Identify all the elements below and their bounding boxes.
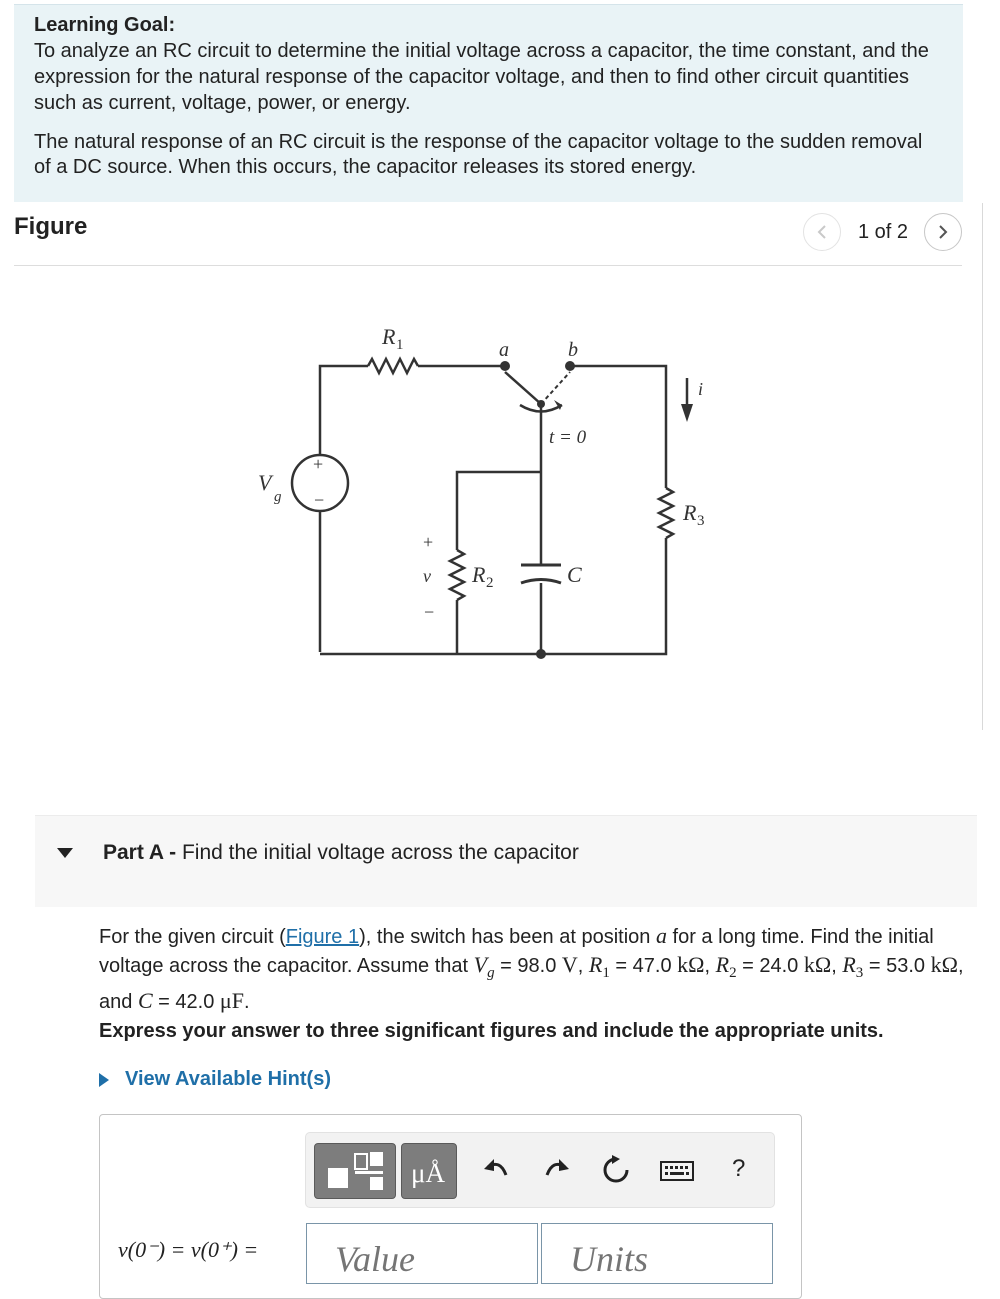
question-text: For the given circuit (Figure 1), the sw… [99, 923, 964, 1013]
label-i: i [698, 379, 703, 399]
resistor-r2 [447, 548, 467, 602]
part-a-heading: Find the initial voltage across the capa… [181, 841, 579, 864]
answer-instruction: Express your answer to three significant… [99, 1020, 884, 1042]
help-icon[interactable]: ? [732, 1155, 745, 1183]
label-a: a [499, 339, 509, 361]
units-button-label: μÅ [411, 1158, 445, 1188]
wire-r2-branch [455, 470, 541, 550]
label-v-minus: − [424, 602, 434, 622]
label-source-minus: − [314, 490, 324, 510]
label-r1: R [381, 324, 396, 349]
templates-button[interactable] [314, 1143, 396, 1199]
current-arrow-head [681, 404, 693, 422]
figure-link[interactable]: Figure 1 [286, 926, 359, 948]
reset-icon[interactable] [600, 1154, 632, 1186]
label-v-plus: + [423, 532, 433, 552]
capacitor-plate-bottom [520, 578, 562, 585]
view-hints-link[interactable]: View Available Hint(s) [99, 1068, 331, 1091]
label-b: b [568, 339, 578, 361]
answer-equation-label: v(0⁻) = v(0⁺) = [118, 1237, 259, 1262]
switch-pivot [537, 400, 545, 408]
redo-icon[interactable] [541, 1155, 571, 1185]
label-r1-sub: 1 [396, 337, 404, 353]
switch-blade-a [504, 371, 542, 405]
caret-right-icon [99, 1072, 109, 1087]
circuit-diagram: R 1 a b t = 0 i V g + − R 3 + v − R 2 C [258, 324, 705, 659]
wire-right-bottom [320, 538, 668, 656]
undo-icon[interactable] [482, 1155, 512, 1185]
part-a-label: Part A - [103, 841, 177, 864]
label-vg: V [258, 470, 274, 495]
label-switch-time: t = 0 [549, 427, 587, 448]
caret-down-icon[interactable] [56, 847, 74, 859]
label-vg-sub: g [274, 489, 282, 505]
label-r3-sub: 3 [697, 513, 705, 529]
terminal-a [500, 361, 510, 371]
wire-left-top [318, 364, 368, 455]
math-toolbar: μÅ ? [305, 1132, 775, 1208]
label-r2-sub: 2 [486, 575, 494, 591]
template-icon [328, 1152, 383, 1190]
value-input[interactable] [306, 1223, 538, 1284]
units-input[interactable] [541, 1223, 773, 1284]
part-a-title: Part A - Find the initial voltage across… [103, 841, 579, 865]
label-c: C [567, 562, 582, 587]
resistor-r1 [366, 356, 420, 376]
label-r3: R [682, 500, 697, 525]
resistor-r3 [656, 486, 676, 540]
switch-blade-b [540, 371, 571, 405]
label-source-plus: + [313, 454, 323, 474]
units-button[interactable]: μÅ [401, 1143, 457, 1199]
terminal-b [565, 361, 575, 371]
keyboard-icon[interactable] [660, 1159, 694, 1183]
label-r2: R [471, 562, 486, 587]
node-bottom [536, 649, 546, 659]
view-hints-label: View Available Hint(s) [125, 1068, 331, 1090]
label-v: v [423, 566, 431, 586]
